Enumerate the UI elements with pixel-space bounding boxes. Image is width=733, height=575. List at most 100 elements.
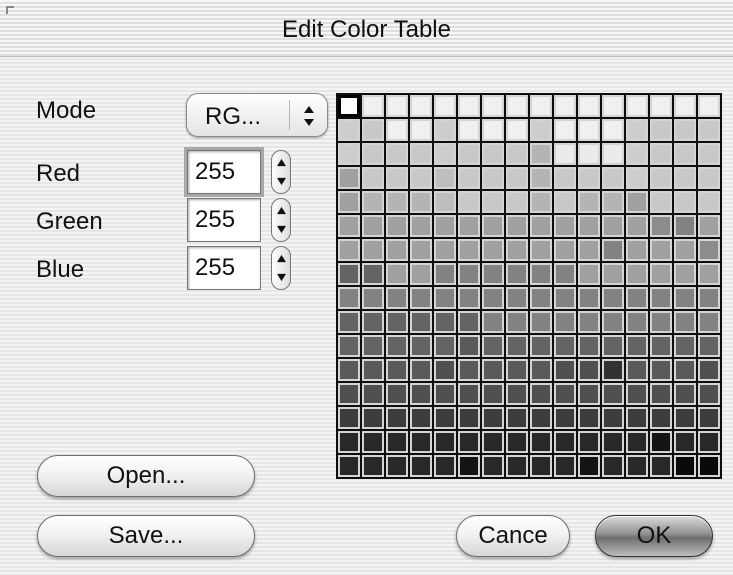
color-swatch[interactable] xyxy=(674,263,696,285)
color-swatch[interactable] xyxy=(698,95,720,117)
color-swatch[interactable] xyxy=(698,239,720,261)
color-swatch[interactable] xyxy=(530,143,552,165)
color-swatch[interactable] xyxy=(554,215,576,237)
color-swatch[interactable] xyxy=(434,239,456,261)
color-swatch[interactable] xyxy=(578,143,600,165)
color-swatch[interactable] xyxy=(626,215,648,237)
color-swatch[interactable] xyxy=(434,191,456,213)
color-swatch[interactable] xyxy=(434,407,456,429)
color-swatch[interactable] xyxy=(674,239,696,261)
green-input[interactable] xyxy=(188,199,260,241)
color-swatch[interactable] xyxy=(650,287,672,309)
color-swatch[interactable] xyxy=(434,335,456,357)
color-swatch[interactable] xyxy=(458,215,480,237)
red-decrement[interactable] xyxy=(272,172,290,193)
color-swatch[interactable] xyxy=(674,143,696,165)
color-swatch[interactable] xyxy=(626,263,648,285)
color-swatch[interactable] xyxy=(674,119,696,141)
color-swatch[interactable] xyxy=(506,263,528,285)
color-swatch[interactable] xyxy=(386,167,408,189)
color-swatch[interactable] xyxy=(602,407,624,429)
color-swatch[interactable] xyxy=(458,407,480,429)
color-swatch[interactable] xyxy=(578,215,600,237)
color-swatch[interactable] xyxy=(410,95,432,117)
color-swatch[interactable] xyxy=(362,263,384,285)
color-swatch[interactable] xyxy=(338,191,360,213)
green-decrement[interactable] xyxy=(272,220,290,241)
color-swatch[interactable] xyxy=(434,311,456,333)
color-swatch[interactable] xyxy=(698,119,720,141)
color-swatch[interactable] xyxy=(554,383,576,405)
color-swatch[interactable] xyxy=(554,191,576,213)
color-swatch[interactable] xyxy=(482,95,504,117)
color-swatch[interactable] xyxy=(626,455,648,477)
color-swatch[interactable] xyxy=(602,95,624,117)
color-swatch[interactable] xyxy=(674,95,696,117)
color-swatch[interactable] xyxy=(386,407,408,429)
color-swatch[interactable] xyxy=(362,311,384,333)
color-swatch[interactable] xyxy=(386,119,408,141)
color-swatch[interactable] xyxy=(338,431,360,453)
color-swatch[interactable] xyxy=(650,143,672,165)
color-swatch[interactable] xyxy=(410,191,432,213)
red-input[interactable] xyxy=(188,151,260,193)
color-swatch[interactable] xyxy=(578,455,600,477)
color-swatch[interactable] xyxy=(626,335,648,357)
color-swatch[interactable] xyxy=(386,359,408,381)
color-swatch[interactable] xyxy=(602,455,624,477)
color-swatch[interactable] xyxy=(602,287,624,309)
color-swatch[interactable] xyxy=(674,359,696,381)
open-button[interactable]: Open... xyxy=(37,455,255,497)
color-swatch[interactable] xyxy=(338,455,360,477)
color-swatch[interactable] xyxy=(530,407,552,429)
color-swatch[interactable] xyxy=(338,95,360,117)
color-swatch[interactable] xyxy=(530,383,552,405)
color-swatch[interactable] xyxy=(362,95,384,117)
color-swatch[interactable] xyxy=(578,311,600,333)
color-swatch[interactable] xyxy=(506,359,528,381)
color-swatch[interactable] xyxy=(410,311,432,333)
color-swatch[interactable] xyxy=(554,359,576,381)
color-swatch[interactable] xyxy=(458,119,480,141)
color-swatch[interactable] xyxy=(458,383,480,405)
color-swatch[interactable] xyxy=(362,335,384,357)
color-swatch[interactable] xyxy=(554,455,576,477)
color-swatch[interactable] xyxy=(458,311,480,333)
color-swatch[interactable] xyxy=(674,431,696,453)
color-swatch[interactable] xyxy=(698,407,720,429)
color-swatch[interactable] xyxy=(362,215,384,237)
color-swatch[interactable] xyxy=(386,191,408,213)
color-swatch[interactable] xyxy=(674,311,696,333)
color-swatch[interactable] xyxy=(482,143,504,165)
color-swatch[interactable] xyxy=(434,263,456,285)
color-swatch[interactable] xyxy=(626,143,648,165)
color-swatch[interactable] xyxy=(410,407,432,429)
color-swatch[interactable] xyxy=(626,383,648,405)
color-swatch[interactable] xyxy=(410,143,432,165)
color-swatch[interactable] xyxy=(578,119,600,141)
color-swatch[interactable] xyxy=(458,191,480,213)
color-swatch[interactable] xyxy=(602,263,624,285)
color-swatch[interactable] xyxy=(602,359,624,381)
color-swatch[interactable] xyxy=(506,95,528,117)
color-swatch[interactable] xyxy=(602,215,624,237)
color-swatch[interactable] xyxy=(338,335,360,357)
color-swatch[interactable] xyxy=(698,359,720,381)
color-swatch[interactable] xyxy=(674,167,696,189)
color-swatch[interactable] xyxy=(362,143,384,165)
color-swatch[interactable] xyxy=(362,383,384,405)
red-increment[interactable] xyxy=(272,151,290,172)
color-swatch[interactable] xyxy=(386,431,408,453)
color-swatch[interactable] xyxy=(338,215,360,237)
color-table-grid[interactable] xyxy=(336,93,722,479)
color-swatch[interactable] xyxy=(362,191,384,213)
color-swatch[interactable] xyxy=(434,383,456,405)
color-swatch[interactable] xyxy=(578,407,600,429)
color-swatch[interactable] xyxy=(482,119,504,141)
green-increment[interactable] xyxy=(272,199,290,220)
color-swatch[interactable] xyxy=(458,287,480,309)
color-swatch[interactable] xyxy=(434,143,456,165)
color-swatch[interactable] xyxy=(482,239,504,261)
color-swatch[interactable] xyxy=(626,191,648,213)
color-swatch[interactable] xyxy=(626,239,648,261)
